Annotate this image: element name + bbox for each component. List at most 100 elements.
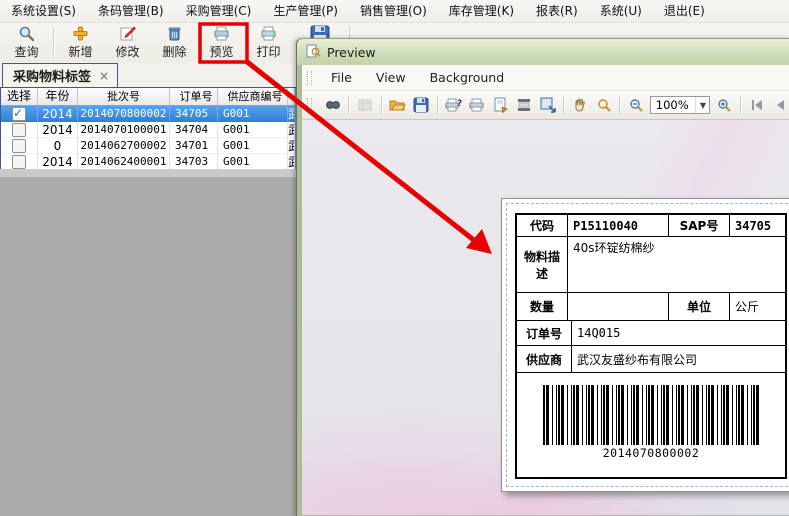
menu-item-system[interactable]: 系统(U) <box>589 0 653 22</box>
preview-button[interactable]: 预览 <box>198 23 245 62</box>
doc-unit-label: 单位 <box>669 293 730 320</box>
doc-order-label: 订单号 <box>517 321 572 345</box>
save-icon[interactable] <box>411 95 431 115</box>
header-supplier-name[interactable] <box>288 88 295 105</box>
cell-supplier-code: G001 <box>218 154 288 170</box>
delete-button-label: 删除 <box>162 43 186 60</box>
preview-button-label: 预览 <box>209 43 233 60</box>
doc-sap-label: SAP号 <box>669 215 730 236</box>
table-row[interactable]: 2014 2014070800002 34705 G001 武汉 <box>1 106 295 122</box>
preview-title-bar[interactable]: Preview <box>297 39 789 65</box>
row-checkbox[interactable] <box>12 123 26 137</box>
tab-strip: 采购物料标签 × <box>0 62 296 88</box>
preview-window-title: Preview <box>327 45 376 60</box>
cell-supplier-name: 武汉 <box>288 106 295 122</box>
menu-item-background[interactable]: Background <box>418 65 517 90</box>
barcode-text: 2014070800002 <box>517 446 785 460</box>
label-page: 代码 P15110040 SAP号 34705 物料描述 40s环锭纺棉纱 数量… <box>501 198 789 492</box>
cell-supplier-code: G001 <box>218 122 288 138</box>
toolbar-grip-handle[interactable] <box>307 98 312 112</box>
page-setup-icon[interactable] <box>491 95 511 115</box>
previous-page-icon[interactable] <box>770 95 789 115</box>
zoom-out-icon[interactable] <box>626 95 646 115</box>
table-row[interactable]: 2014 2014062400001 34703 G001 武汉 <box>1 154 295 170</box>
tab-purchase-material-label[interactable]: 采购物料标签 × <box>2 63 118 87</box>
preview-canvas[interactable]: 代码 P15110040 SAP号 34705 物料描述 40s环锭纺棉纱 数量… <box>302 120 789 515</box>
header-supplier-code[interactable]: 供应商编号 <box>218 88 288 105</box>
header-year[interactable]: 年份 <box>38 88 78 105</box>
edit-button-label: 修改 <box>115 43 139 60</box>
material-label-table: 选择 年份 批次号 订单号 供应商编号 2014 2014070800002 3… <box>0 88 296 170</box>
row-checkbox[interactable] <box>12 155 26 169</box>
print-dialog-icon[interactable]: ? <box>444 95 464 115</box>
cell-year: 2014 <box>38 154 78 170</box>
doc-sap-value: 34705 <box>730 215 785 236</box>
main-menu-bar: 系统设置(S) 条码管理(B) 采购管理(C) 生产管理(P) 销售管理(O) … <box>0 0 789 23</box>
header-order[interactable]: 订单号 <box>170 88 218 105</box>
edit-icon <box>119 25 136 42</box>
cell-supplier-code: G001 <box>218 106 288 122</box>
menu-item-reports[interactable]: 报表(R) <box>525 0 589 22</box>
menu-item-production-mgmt[interactable]: 生产管理(P) <box>262 0 349 22</box>
cell-year: 0 <box>38 138 78 154</box>
menu-item-exit[interactable]: 退出(E) <box>653 0 716 22</box>
cell-batch: 2014062700002 <box>78 138 170 154</box>
cell-supplier-name: 武汉 <box>288 138 295 154</box>
toolbar-separator <box>619 96 620 114</box>
scale-icon[interactable] <box>538 95 558 115</box>
table-footer-strip <box>0 169 296 177</box>
menu-item-purchase-mgmt[interactable]: 采购管理(C) <box>175 0 263 22</box>
tab-close-icon[interactable]: × <box>99 69 109 83</box>
preview-menu-bar: File View Background <box>302 65 789 91</box>
table-row[interactable]: 2014 2014070100001 34704 G001 武汉 <box>1 122 295 138</box>
delete-button[interactable]: 删除 <box>151 23 198 62</box>
menu-item-file[interactable]: File <box>319 65 364 90</box>
cell-batch: 2014070800002 <box>78 106 170 122</box>
table-header-row: 选择 年份 批次号 订单号 供应商编号 <box>1 88 295 106</box>
print-icon[interactable] <box>467 95 487 115</box>
menu-item-view[interactable]: View <box>364 65 418 90</box>
header-footer-icon[interactable] <box>514 95 534 115</box>
cell-order: 34701 <box>170 138 218 154</box>
toolbar-separator <box>437 96 438 114</box>
header-batch[interactable]: 批次号 <box>78 88 170 105</box>
search-icon <box>18 25 35 42</box>
zoom-level-select[interactable]: 100% ▼ <box>650 96 711 114</box>
add-button[interactable]: 新增 <box>57 23 104 62</box>
zoom-in-icon[interactable] <box>714 95 734 115</box>
cell-batch: 2014070100001 <box>78 122 170 138</box>
header-select[interactable]: 选择 <box>1 88 38 105</box>
menu-item-inventory-mgmt[interactable]: 库存管理(K) <box>438 0 525 22</box>
cell-batch: 2014062400001 <box>78 154 170 170</box>
pan-hand-icon[interactable] <box>570 95 590 115</box>
preview-window-icon <box>306 43 321 61</box>
row-checkbox[interactable] <box>12 139 26 153</box>
preview-toolbar: ? 100% ▼ <box>302 91 789 120</box>
doc-qty-value <box>568 293 669 320</box>
query-button[interactable]: 查询 <box>3 23 50 62</box>
plus-icon <box>72 25 89 42</box>
doc-desc-label: 物料描述 <box>517 237 568 292</box>
print-button[interactable]: 打印 <box>245 23 292 62</box>
edit-button[interactable]: 修改 <box>104 23 151 62</box>
cell-order: 34705 <box>170 106 218 122</box>
cell-supplier-name: 武汉 <box>288 154 295 170</box>
chevron-down-icon: ▼ <box>695 97 709 113</box>
design-icon[interactable] <box>355 95 375 115</box>
menu-item-system-settings[interactable]: 系统设置(S) <box>0 0 87 22</box>
tab-label: 采购物料标签 <box>13 66 91 85</box>
find-icon[interactable] <box>323 95 343 115</box>
doc-supplier-value: 武汉友盛纱布有限公司 <box>572 346 785 372</box>
menu-grip-handle[interactable] <box>307 71 312 85</box>
table-row[interactable]: 0 2014062700002 34701 G001 武汉 <box>1 138 295 154</box>
menu-item-sales-mgmt[interactable]: 销售管理(O) <box>349 0 438 22</box>
menu-item-barcode-mgmt[interactable]: 条码管理(B) <box>87 0 175 22</box>
row-checkbox[interactable] <box>12 107 26 121</box>
cell-year: 2014 <box>38 122 78 138</box>
open-folder-icon[interactable] <box>388 95 408 115</box>
doc-code-label: 代码 <box>517 215 568 236</box>
zoom-mode-icon[interactable] <box>594 95 614 115</box>
first-page-icon[interactable] <box>747 95 767 115</box>
label-document-table: 代码 P15110040 SAP号 34705 物料描述 40s环锭纺棉纱 数量… <box>515 213 787 479</box>
toolbar-separator <box>348 96 349 114</box>
